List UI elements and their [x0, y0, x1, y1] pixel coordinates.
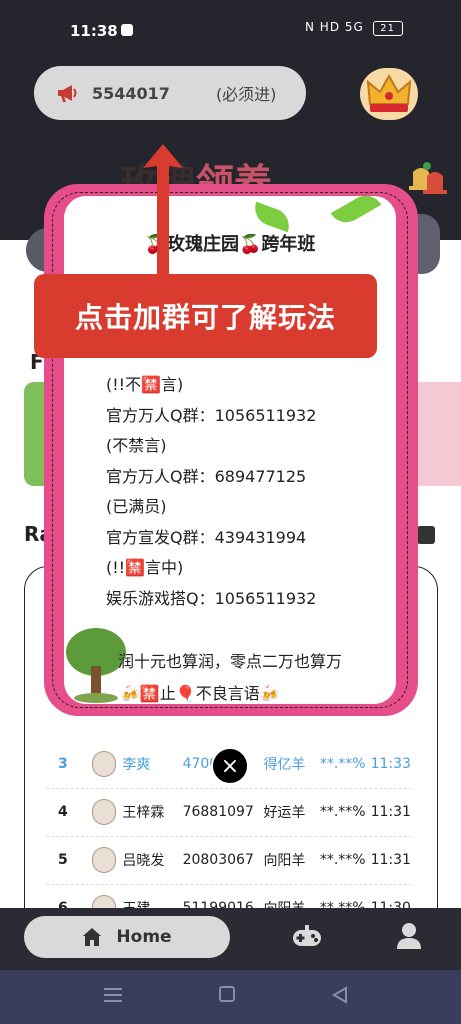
ranking-title: 好运羊: [263, 805, 306, 821]
status-indicators: N HD 5G 21: [305, 20, 403, 36]
popup-line[interactable]: 官方万人Q群：1056511932: [106, 401, 316, 432]
crown-avatar[interactable]: [360, 68, 418, 120]
leaf-decoration: [250, 201, 294, 233]
popup-line[interactable]: 官方万人Q群：689477125: [106, 462, 316, 493]
status-bar: 11:38 N HD 5G 21: [0, 0, 461, 60]
ranking-name: 吕晓发: [122, 853, 165, 869]
ranking-rank: 3: [58, 756, 68, 772]
ranking-rank: 4: [58, 804, 68, 820]
sheep-avatar-icon: [91, 799, 117, 825]
popup-content: 🍒玫瑰庄园🍒跨年班 (!!不🈲言) 官方万人Q群：1056511932 (不禁言…: [64, 196, 396, 704]
notice-id: 5544017: [92, 83, 170, 103]
list-icon[interactable]: [417, 526, 435, 544]
sheep-avatar-icon: [91, 751, 117, 777]
recent-apps-icon[interactable]: [104, 988, 122, 1002]
close-button[interactable]: ×: [211, 747, 249, 785]
ranking-rank: 5: [58, 852, 68, 868]
popup-line[interactable]: 官方宣发Q群：439431994: [106, 523, 316, 554]
notification-icon: [121, 24, 133, 36]
sheep-avatar-icon: [91, 847, 117, 873]
ranking-percent: **.**%: [319, 756, 366, 772]
crown-icon: [366, 73, 412, 112]
ranking-title: 向阳羊: [263, 853, 306, 869]
ranking-name: 王梓霖: [122, 805, 165, 821]
ranking-title: 得亿羊: [263, 757, 306, 773]
leaf-decoration: [330, 196, 382, 229]
ranking-time: 11:33: [370, 756, 411, 772]
popup-line: (已满员): [106, 497, 167, 516]
ranking-time: 11:31: [370, 852, 411, 868]
notice-required-label: (必须进): [215, 85, 277, 104]
ranking-score: 20803067: [182, 852, 254, 868]
popup-line: (!!不🈲言): [106, 375, 184, 394]
network-indicators: N HD 5G: [305, 20, 364, 34]
popup-title: 🍒玫瑰庄园🍒跨年班: [144, 234, 316, 255]
ranking-name: 李爽: [122, 757, 151, 773]
ranking-row[interactable]: 4 王梓霖 76881097 好运羊 **.**% 11:31: [46, 788, 412, 837]
popup-group-list: (!!不🈲言) 官方万人Q群：1056511932 (不禁言) 官方万人Q群：6…: [106, 370, 316, 614]
system-home-icon[interactable]: [219, 986, 235, 1002]
tab-home[interactable]: Home: [24, 916, 230, 958]
megaphone-icon: [58, 85, 77, 102]
popup-line: (不禁言): [106, 436, 167, 455]
home-icon: [83, 928, 102, 946]
ranking-percent: **.**%: [319, 804, 366, 820]
notice-pill[interactable]: 5544017 (必须进): [34, 66, 306, 120]
ranking-score: 76881097: [182, 804, 254, 820]
popup-line[interactable]: 娱乐游戏搭Q：1056511932: [106, 584, 316, 615]
ranking-row[interactable]: 5 吕晓发 20803067 向阳羊 **.**% 11:31: [46, 836, 412, 885]
popup-footer-rules: 🍻🈲止🎈不良言语🍻: [120, 684, 280, 703]
profile-icon[interactable]: [396, 922, 422, 950]
join-group-tooltip[interactable]: 点击加群可了解玩法: [34, 274, 377, 358]
ranking-percent: **.**%: [319, 852, 366, 868]
popup-footer-slogan: 润十元也算润，零点二万也算万: [118, 652, 343, 671]
christmas-bells-icon: [409, 162, 447, 194]
gamepad-icon[interactable]: [292, 924, 322, 950]
tab-home-label: Home: [116, 927, 172, 947]
popup-line: (!!🈲言中): [106, 558, 184, 577]
battery-icon: 21: [372, 21, 403, 36]
ranking-time: 11:31: [370, 804, 411, 820]
arrow-up-icon: [143, 144, 183, 286]
status-time: 11:38: [70, 22, 118, 40]
back-icon[interactable]: [332, 986, 348, 1004]
